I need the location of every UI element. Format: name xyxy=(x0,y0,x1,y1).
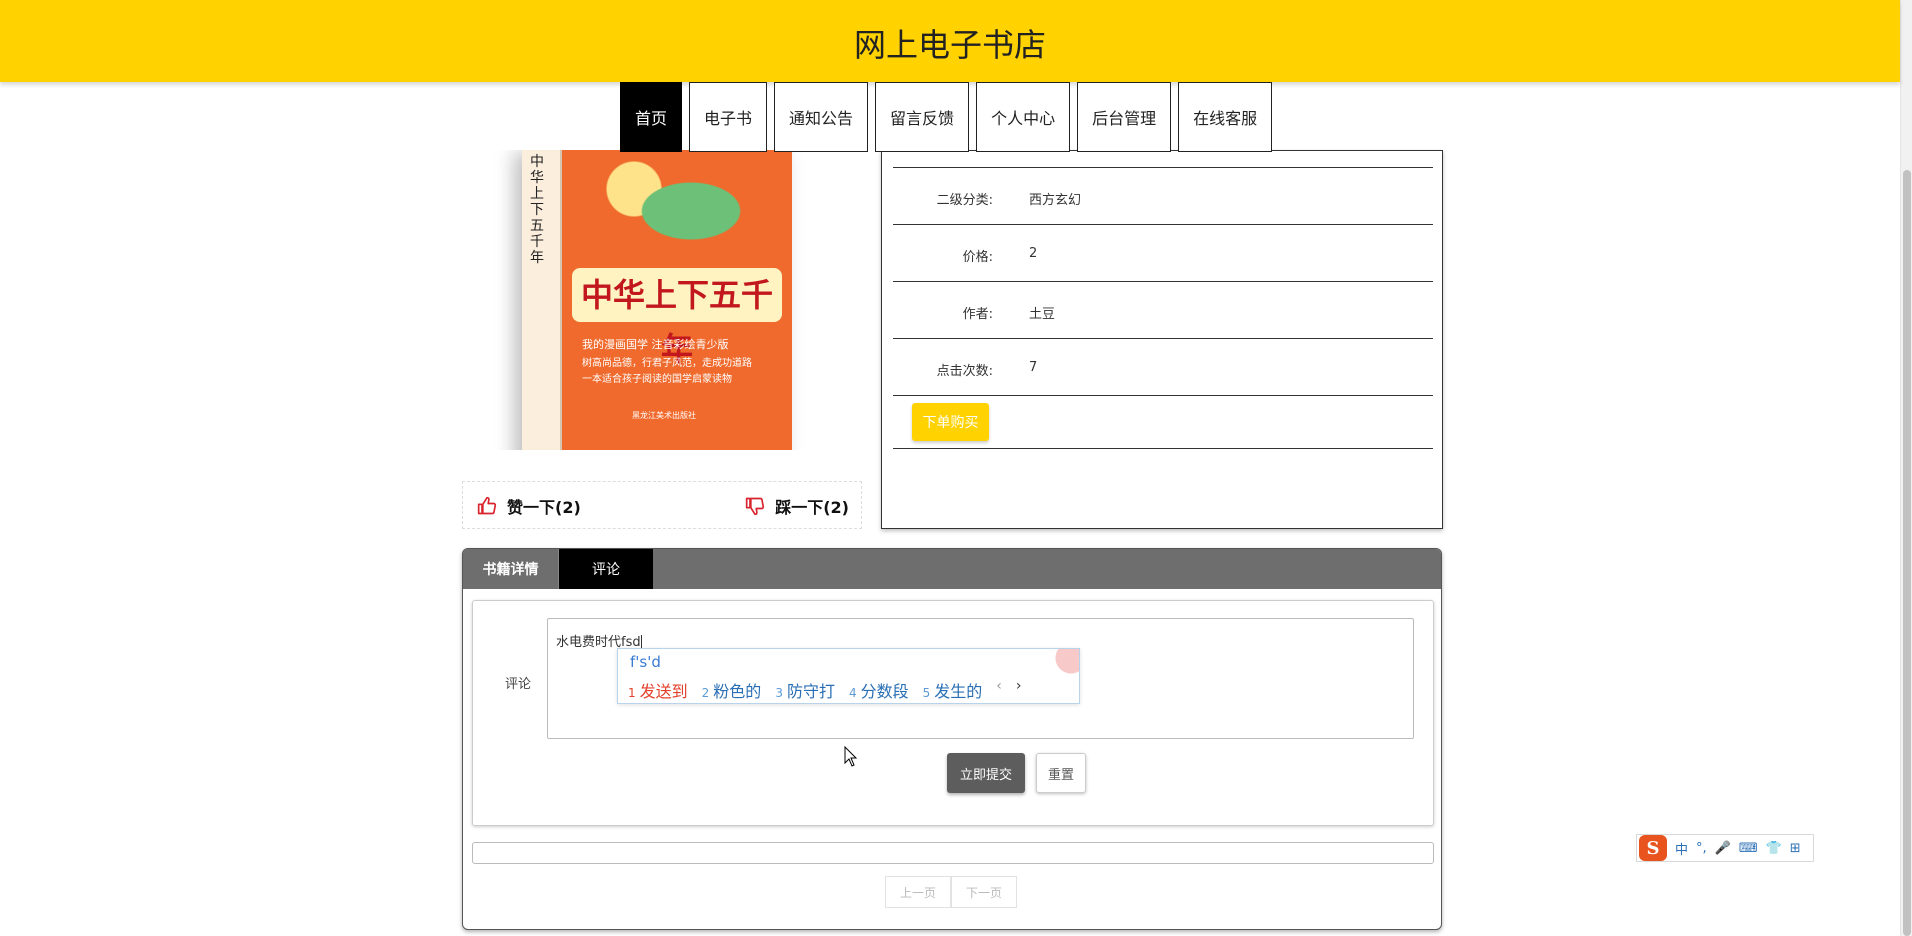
prev-page-button[interactable]: 上一页 xyxy=(885,876,952,908)
book-tabs-panel: 书籍详情 评论 评论 水电费时代fsd 立即提交 重置 上一页 下一页 xyxy=(462,548,1442,930)
ime-next-icon[interactable]: › xyxy=(1016,678,1022,702)
vote-bar: 赞一下(2) 踩一下(2) xyxy=(462,481,862,529)
ime-candidate[interactable]: 3 防守打 xyxy=(775,678,835,702)
ime-candidate-window: f's'd 1 发送到 2 粉色的 3 防守打 4 分数段 5 发生的 ‹ › xyxy=(617,648,1080,704)
cover-subtitle: 我的漫画国学 注音彩绘青少版 xyxy=(582,338,729,351)
ime-toolbar: S 中 °, 🎤 ⌨ 👕 ⊞ xyxy=(1636,834,1814,862)
info-row-clicks: 点击次数: 7 xyxy=(893,339,1433,396)
ime-punctuation-icon[interactable]: °, xyxy=(1696,841,1707,856)
nav-item-admin[interactable]: 后台管理 xyxy=(1077,82,1172,152)
clicks-label: 点击次数: xyxy=(936,364,993,379)
ime-candidate-list: 1 发送到 2 粉色的 3 防守打 4 分数段 5 发生的 ‹ › xyxy=(628,678,1022,702)
skin-icon[interactable]: 👕 xyxy=(1766,841,1782,856)
cover-tagline: 一本适合孩子阅读的国学启蒙读物 xyxy=(582,374,732,385)
ime-composition: f's'd xyxy=(630,653,661,671)
pagination: 上一页 下一页 xyxy=(885,876,1018,908)
clicks-value: 7 xyxy=(1029,360,1038,375)
book-cover-image: 中华上下五千年 中华上下五千年 我的漫画国学 注音彩绘青少版 树高尚品德，行君子… xyxy=(462,150,862,450)
nav-item-notices[interactable]: 通知公告 xyxy=(774,82,869,152)
like-button[interactable]: 赞一下(2) xyxy=(477,494,581,518)
like-label: 赞一下(2) xyxy=(507,498,581,517)
ime-candidate[interactable]: 1 发送到 xyxy=(628,678,688,702)
nav-item-feedback[interactable]: 留言反馈 xyxy=(875,82,970,152)
price-value: 2 xyxy=(1029,246,1038,261)
comment-form: 评论 水电费时代fsd 立即提交 重置 xyxy=(472,600,1434,826)
spine-title: 中华上下五千年 xyxy=(530,154,544,266)
info-row-price: 价格: 2 xyxy=(893,225,1433,282)
sogou-logo-icon[interactable]: S xyxy=(1639,835,1667,861)
cover-illustration xyxy=(577,150,767,255)
book-info-panel: 二级分类: 西方玄幻 价格: 2 作者: 土豆 点击次数: 7 下单购买 xyxy=(881,150,1443,529)
ime-candidate[interactable]: 5 发生的 xyxy=(923,678,983,702)
main-nav: 首页 电子书 通知公告 留言反馈 个人中心 后台管理 在线客服 xyxy=(620,82,1273,152)
comment-label: 评论 xyxy=(505,677,532,692)
mouse-cursor-icon xyxy=(844,746,858,767)
tab-book-details[interactable]: 书籍详情 xyxy=(463,549,559,589)
ime-candidate[interactable]: 2 粉色的 xyxy=(702,678,762,702)
ime-candidate[interactable]: 4 分数段 xyxy=(849,678,909,702)
author-label: 作者: xyxy=(962,307,993,322)
category-label: 二级分类: xyxy=(936,193,993,208)
site-header: 网上电子书店 xyxy=(0,0,1900,82)
scrollbar-thumb[interactable] xyxy=(1903,170,1911,936)
cover-slogan: 树高尚品德，行君子风范，走成功道路 xyxy=(582,358,752,369)
nav-item-online-service[interactable]: 在线客服 xyxy=(1178,82,1273,152)
site-title: 网上电子书店 xyxy=(853,26,1046,64)
dislike-button[interactable]: 踩一下(2) xyxy=(745,494,849,518)
nav-item-home[interactable]: 首页 xyxy=(620,82,683,152)
tab-bar: 书籍详情 评论 xyxy=(463,549,1441,589)
toolbox-icon[interactable]: ⊞ xyxy=(1790,841,1801,856)
price-label: 价格: xyxy=(962,250,993,265)
author-value: 土豆 xyxy=(1029,307,1056,322)
tab-comments[interactable]: 评论 xyxy=(559,549,653,589)
info-row-author: 作者: 土豆 xyxy=(893,282,1433,339)
category-value: 西方玄幻 xyxy=(1029,193,1082,208)
ime-prev-icon[interactable]: ‹ xyxy=(996,678,1002,702)
page-scrollbar[interactable] xyxy=(1900,0,1912,936)
thumbs-up-icon xyxy=(477,496,497,515)
cover-title: 中华上下五千年 xyxy=(572,268,782,368)
next-page-button[interactable]: 下一页 xyxy=(951,876,1018,908)
buy-button[interactable]: 下单购买 xyxy=(912,403,989,441)
nav-item-ebooks[interactable]: 电子书 xyxy=(689,82,768,152)
reset-button[interactable]: 重置 xyxy=(1036,753,1086,793)
buy-row: 下单购买 xyxy=(893,398,1433,449)
comment-list xyxy=(472,842,1434,864)
thumbs-down-icon xyxy=(746,497,765,516)
nav-item-personal-center[interactable]: 个人中心 xyxy=(976,82,1071,152)
microphone-icon[interactable]: 🎤 xyxy=(1715,841,1731,856)
book-spine: 中华上下五千年 xyxy=(522,150,562,450)
dislike-label: 踩一下(2) xyxy=(775,498,849,517)
ime-mode-toggle[interactable]: 中 xyxy=(1675,839,1688,858)
info-row-category: 二级分类: 西方玄幻 xyxy=(893,168,1433,225)
keyboard-icon[interactable]: ⌨ xyxy=(1739,841,1758,856)
ime-decoration xyxy=(1039,649,1079,679)
book-cover: 中华上下五千年 中华上下五千年 我的漫画国学 注音彩绘青少版 树高尚品德，行君子… xyxy=(522,150,792,450)
cover-publisher: 黑龙江美术出版社 xyxy=(632,411,696,420)
page: 网上电子书店 首页 电子书 通知公告 留言反馈 个人中心 后台管理 在线客服 中… xyxy=(0,0,1912,936)
submit-button[interactable]: 立即提交 xyxy=(947,753,1025,793)
